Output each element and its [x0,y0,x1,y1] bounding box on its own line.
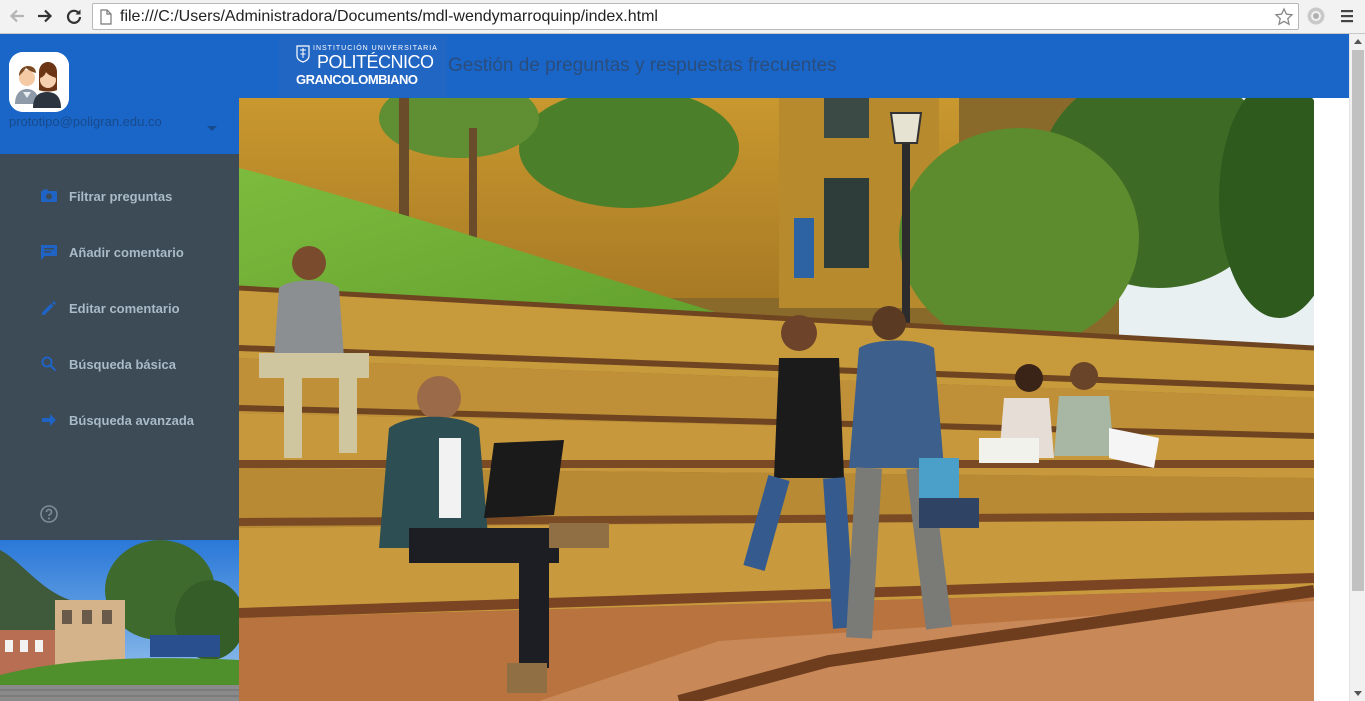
drawer-header: prototipo@poligran.edu.co [0,34,239,154]
scrollbar-thumb[interactable] [1352,50,1364,591]
menu-icon[interactable] [1339,8,1355,24]
reload-icon [66,9,82,24]
app-header: INSTITUCIÓN UNIVERSITARIA POLITÉCNICO GR… [239,34,1349,98]
pencil-icon [40,299,58,317]
logo-line-1: INSTITUCIÓN UNIVERSITARIA [313,45,438,52]
forward-button[interactable] [33,5,57,27]
account-dropdown-icon[interactable] [204,120,220,136]
page-body: prototipo@poligran.edu.co Filtrar pregun… [0,34,1365,701]
back-arrow-icon [9,9,24,23]
filter-icon [40,187,58,205]
scroll-down-icon[interactable] [1354,691,1362,697]
nav-item-editar-comentario[interactable]: Editar comentario [0,280,239,336]
logo-line-3: GRANCOLOMBIANO [296,72,418,87]
nav-item-busqueda-basica[interactable]: Búsqueda básica [0,336,239,392]
forward-arrow-icon [38,9,53,23]
search-icon [40,355,58,373]
nav-item-busqueda-avanzada[interactable]: Búsqueda avanzada [0,392,239,448]
drawer-nav: Filtrar preguntas Añadir comentario Edit… [0,168,239,448]
scroll-up-icon[interactable] [1354,38,1362,44]
reload-button[interactable] [62,5,86,27]
students-on-steps-photo [239,98,1314,701]
nav-item-label: Editar comentario [69,300,180,316]
page-scrollbar[interactable] [1349,34,1365,701]
navigation-drawer: prototipo@poligran.edu.co Filtrar pregun… [0,34,239,701]
nav-item-anadir-comentario[interactable]: Añadir comentario [0,224,239,280]
back-button[interactable] [5,5,29,27]
hero-image [239,98,1314,701]
extension-icon[interactable] [1306,6,1326,26]
url-text: file:///C:/Users/Administradora/Document… [120,8,658,25]
avatar [9,52,69,112]
nav-item-filtrar-preguntas[interactable]: Filtrar preguntas [0,168,239,224]
campus-image [0,540,239,701]
users-avatar-icon [9,52,69,112]
comment-icon [40,243,58,261]
logo-line-2: POLITÉCNICO [317,52,434,72]
user-email: prototipo@poligran.edu.co [9,114,162,129]
logo-seal-icon [296,45,310,63]
institution-logo[interactable]: INSTITUCIÓN UNIVERSITARIA POLITÉCNICO GR… [279,37,447,97]
arrow-forward-icon [40,411,58,429]
browser-toolbar: file:///C:/Users/Administradora/Document… [0,0,1365,34]
nav-item-label: Añadir comentario [69,244,184,260]
nav-item-label: Búsqueda avanzada [69,412,194,428]
page-title: Gestión de preguntas y respuestas frecue… [448,55,837,76]
page-icon [100,9,112,25]
nav-item-label: Filtrar preguntas [69,188,173,204]
nav-item-label: Búsqueda básica [69,356,176,372]
address-bar[interactable]: file:///C:/Users/Administradora/Document… [92,3,1299,30]
help-icon[interactable] [39,504,59,524]
bookmark-star-icon[interactable] [1274,7,1294,27]
